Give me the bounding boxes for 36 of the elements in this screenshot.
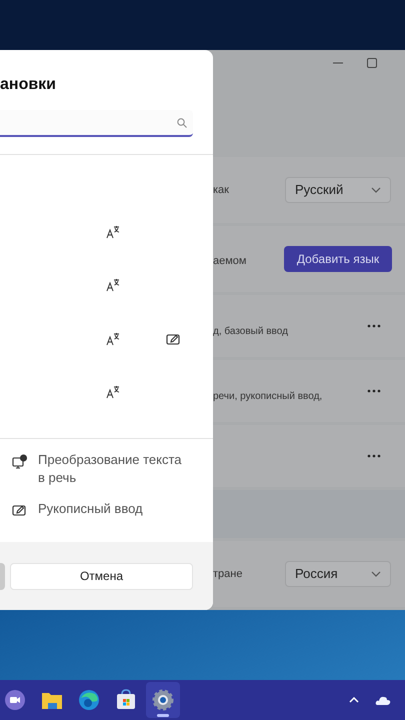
cancel-button[interactable]: Отмена [10, 562, 193, 590]
search-icon [177, 118, 187, 128]
dialog-title: ановки [0, 75, 58, 95]
chevron-down-icon [371, 571, 381, 577]
pen-icon [166, 332, 180, 346]
more-icon[interactable] [367, 454, 381, 458]
search-field[interactable] [0, 110, 193, 137]
maximize-icon[interactable] [367, 58, 377, 68]
folder-icon[interactable] [41, 690, 63, 710]
video-chat-icon[interactable] [4, 689, 26, 711]
language-features-text: д, базовый ввод [213, 324, 288, 338]
gear-icon[interactable] [152, 689, 174, 711]
add-language-button[interactable]: Добавить язык [284, 246, 392, 272]
minimize-icon[interactable] [333, 62, 343, 64]
feature-label: Преобразование текста в речь [38, 451, 183, 487]
language-text-icon [106, 278, 120, 292]
row-label: как [213, 182, 229, 198]
feature-label: Рукописный ввод [38, 500, 144, 518]
row-label: аемом [213, 254, 246, 269]
pen-icon [12, 503, 26, 517]
dropdown[interactable]: Россия [285, 561, 391, 587]
more-icon[interactable] [367, 324, 381, 328]
dropdown[interactable]: Русский [285, 177, 391, 203]
chevron-up-icon[interactable] [349, 697, 359, 703]
chevron-down-icon [371, 187, 381, 193]
cloud-icon[interactable] [375, 695, 391, 705]
language-text-icon [106, 384, 120, 399]
more-icon[interactable] [367, 389, 381, 393]
taskbar-item[interactable] [146, 682, 180, 718]
language-text-icon [106, 332, 120, 346]
browser-icon[interactable] [78, 689, 100, 711]
language-text-icon [106, 225, 120, 239]
store-icon[interactable] [115, 689, 137, 711]
row-label: тране [213, 566, 242, 582]
monitor-speech-icon [12, 454, 28, 470]
language-features-text: речи, рукописный ввод, [213, 390, 322, 404]
